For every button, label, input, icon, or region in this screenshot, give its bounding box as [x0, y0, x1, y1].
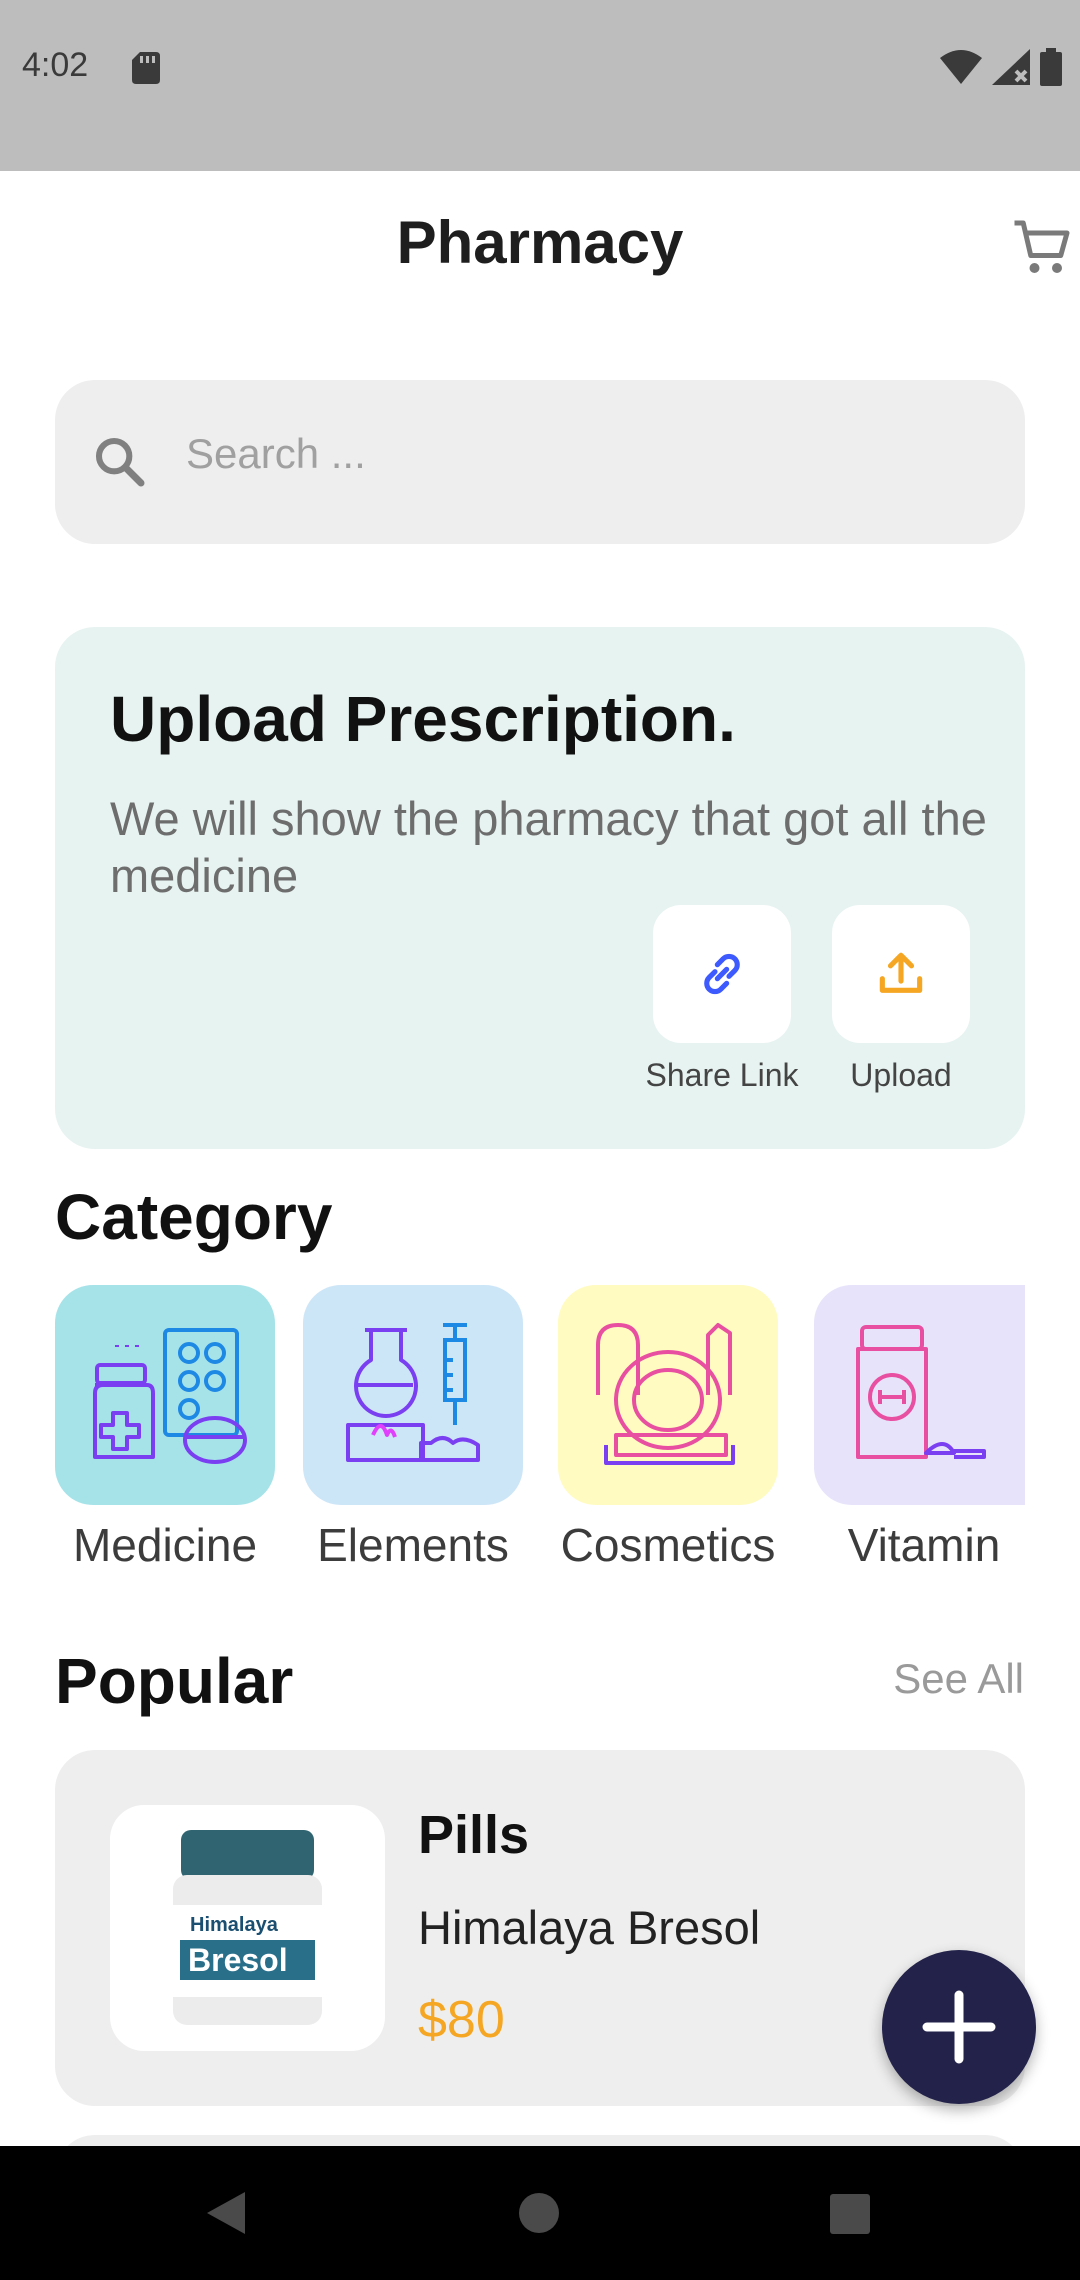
upload-label: Upload: [850, 1057, 952, 1093]
category-elements[interactable]: [303, 1285, 523, 1505]
search-icon: [95, 437, 145, 487]
cosmetics-icon: [596, 1323, 735, 1465]
search-placeholder: Search ...: [186, 430, 366, 477]
category-medicine[interactable]: [55, 1285, 275, 1505]
category-title: Category: [55, 1181, 333, 1253]
share-link-button[interactable]: [653, 905, 791, 1043]
cart-icon[interactable]: [1012, 218, 1072, 278]
plus-icon: [922, 1990, 996, 2064]
page-title: Pharmacy: [396, 209, 684, 276]
product-brand: Himalaya: [190, 1914, 279, 1936]
upload-title: Upload Prescription.: [110, 683, 736, 755]
medicine-icon: [93, 1328, 247, 1464]
wifi-icon: [940, 50, 982, 84]
link-icon: [704, 953, 740, 995]
see-all-link[interactable]: See All: [893, 1655, 1024, 1703]
product-image: Himalaya Bresol: [110, 1805, 385, 2051]
product-price: $80: [418, 1991, 505, 2049]
share-link-label: Share Link: [645, 1057, 799, 1093]
battery-icon: [1040, 48, 1062, 86]
category-label-cosmetics: Cosmetics: [560, 1519, 776, 1571]
popular-title: Popular: [55, 1645, 294, 1717]
category-label-vitamin: Vitamin: [847, 1519, 1001, 1571]
status-icons: [940, 48, 1062, 86]
sd-card-icon: [132, 52, 160, 84]
signal-icon: [992, 49, 1030, 85]
product-category: Pills: [418, 1805, 530, 1865]
category-vitamin[interactable]: [814, 1285, 1025, 1505]
category-label-medicine: Medicine: [72, 1519, 258, 1571]
upload-subtitle: We will show the pharmacy that got all t…: [110, 792, 987, 902]
back-icon[interactable]: [205, 2190, 247, 2236]
add-button[interactable]: [882, 1950, 1036, 2104]
pill-bottle-image: Himalaya Bresol: [173, 1830, 322, 2025]
product-label: Bresol: [188, 1942, 288, 1978]
product-name: Himalaya Bresol: [418, 1901, 761, 1954]
status-bar: [0, 0, 1080, 171]
recents-icon[interactable]: [829, 2193, 871, 2235]
upload-button[interactable]: [832, 905, 970, 1043]
home-icon[interactable]: [518, 2192, 560, 2234]
status-time: 4:02: [22, 46, 89, 84]
vitamin-jar-icon: [856, 1325, 986, 1459]
lab-flask-icon: [346, 1323, 480, 1462]
upload-icon: [879, 952, 923, 993]
category-cosmetics[interactable]: [558, 1285, 778, 1505]
category-label-elements: Elements: [317, 1519, 509, 1571]
